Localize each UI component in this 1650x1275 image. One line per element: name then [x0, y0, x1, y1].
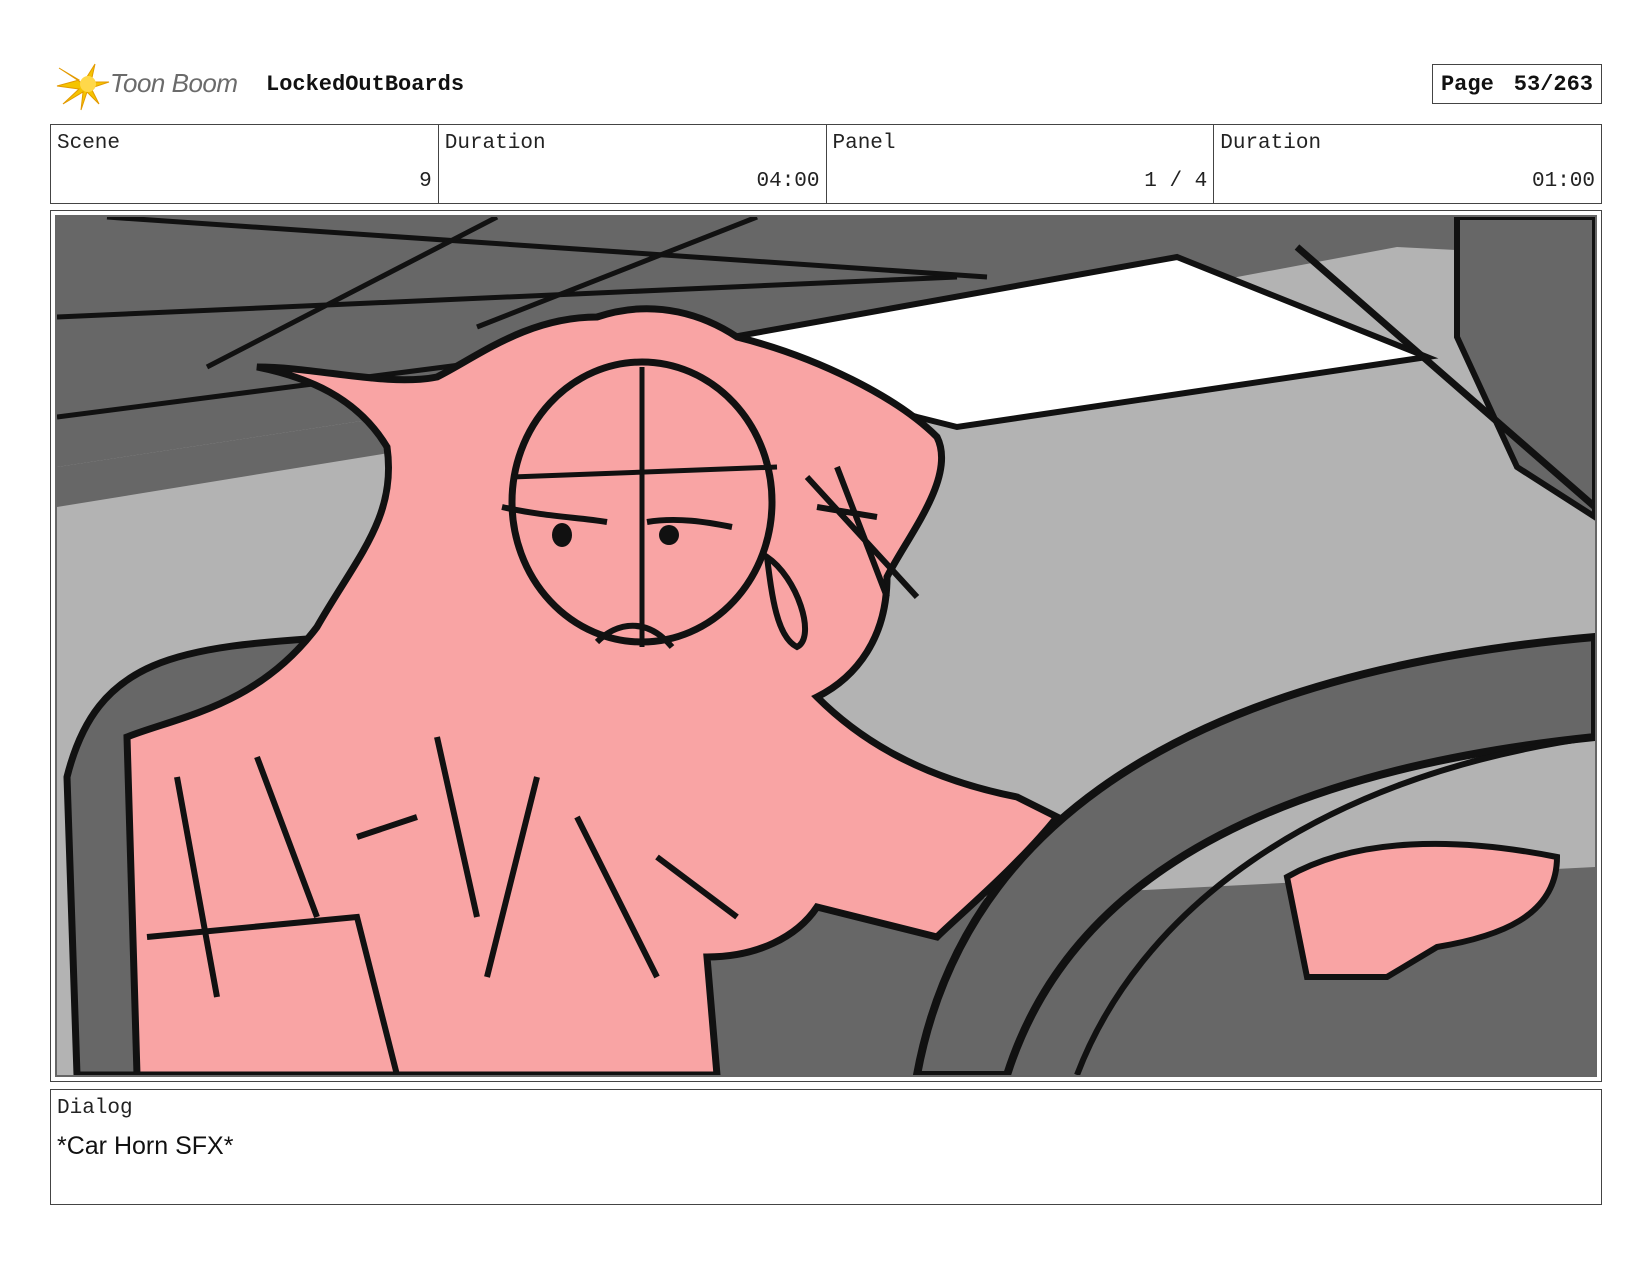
scene-duration-cell: Duration 04:00 — [439, 125, 827, 203]
page-label: Page — [1440, 71, 1494, 97]
panel-label: Panel — [832, 132, 896, 155]
panel-duration-value: 01:00 — [1531, 170, 1595, 193]
character-driving-sketch — [57, 217, 1595, 1075]
scene-duration-label: Duration — [444, 132, 546, 155]
panel-duration-cell: Duration 01:00 — [1214, 125, 1601, 203]
scene-info-table: Scene 9 Duration 04:00 Panel 1 / 4 Durat… — [50, 124, 1602, 204]
storyboard-panel-frame — [50, 210, 1602, 1082]
panel-duration-label: Duration — [1220, 132, 1322, 155]
scene-duration-value: 04:00 — [756, 170, 820, 193]
logo-text: Toon Boom — [110, 68, 238, 98]
scene-value: 9 — [419, 170, 432, 193]
panel-value: 1 / 4 — [1144, 170, 1208, 193]
dialog-text: *Car Horn SFX* — [57, 1132, 234, 1160]
panel-cell: Panel 1 / 4 — [827, 125, 1215, 203]
dialog-box: Dialog *Car Horn SFX* — [50, 1089, 1602, 1205]
scene-cell: Scene 9 — [51, 125, 439, 203]
project-title: LockedOutBoards — [266, 72, 465, 97]
starburst-icon — [56, 63, 110, 111]
page-number: 53/263 — [1513, 71, 1593, 97]
toon-boom-logo: Toon Boom — [55, 58, 255, 112]
dialog-label: Dialog — [57, 1097, 133, 1120]
storyboard-header: Toon Boom LockedOutBoards Page 53/263 — [50, 58, 1602, 112]
storyboard-panel-drawing — [55, 215, 1597, 1077]
page-indicator: Page 53/263 — [1431, 64, 1602, 104]
scene-label: Scene — [57, 132, 121, 155]
